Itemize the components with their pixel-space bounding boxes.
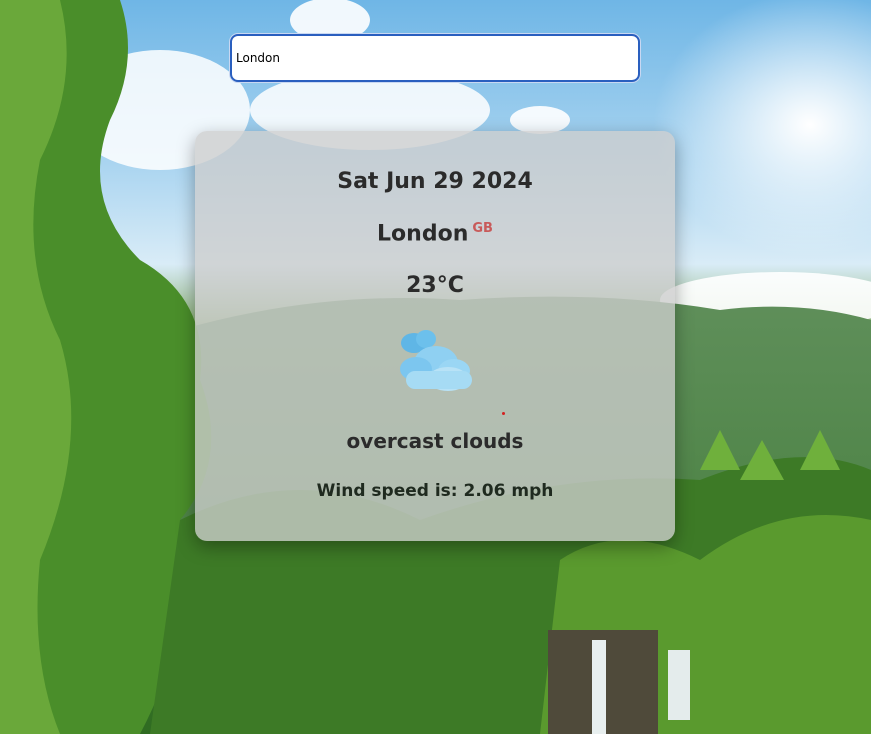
city-search-input[interactable]: [230, 34, 640, 82]
location-row: London GB: [195, 221, 675, 246]
app-background: Sat Jun 29 2024 LondonGB 23°C overcast c…: [0, 0, 871, 734]
city-name: London: [377, 221, 469, 247]
country-code: GB: [472, 221, 493, 236]
cloud-icon: [400, 330, 472, 391]
weather-card: Sat Jun 29 2024 London GB 23°C overcast c…: [195, 131, 675, 541]
date-label: Sat Jun 29 2024: [337, 169, 533, 194]
indicator-dot: [502, 412, 505, 415]
weather-description: overcast clouds: [346, 429, 524, 453]
wind-speed-label: Wind speed is: 2.06 mph: [316, 481, 554, 501]
temperature-label: 23°C: [406, 273, 464, 298]
